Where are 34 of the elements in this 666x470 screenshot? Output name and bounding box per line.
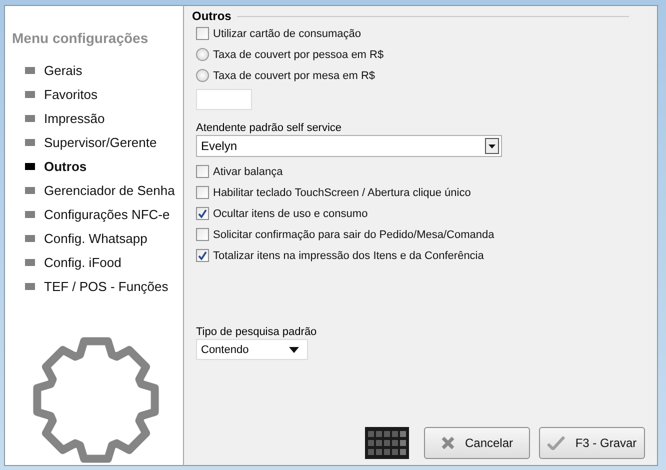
- caret-icon[interactable]: [289, 346, 299, 352]
- checkbox[interactable]: Utilizar cartão de consumação: [196, 23, 361, 44]
- sidebar-item[interactable]: Gerais: [5, 58, 183, 82]
- input-field[interactable]: [196, 89, 252, 110]
- field-label: Tipo de pesquisa padrão: [196, 326, 318, 338]
- checkbox[interactable]: Ativar balança: [196, 161, 283, 182]
- section-title: Outros: [192, 9, 232, 23]
- dropdown[interactable]: Contendo: [196, 339, 308, 360]
- sidebar-item[interactable]: Configurações NFC-e: [5, 202, 183, 226]
- checkbox[interactable]: Habilitar teclado TouchScreen / Abertura clique único: [196, 182, 471, 203]
- sidebar-item[interactable]: Impressão: [5, 106, 183, 130]
- sidebar-item[interactable]: Outros: [5, 154, 183, 178]
- sidebar-item[interactable]: Config. Whatsapp: [5, 226, 183, 250]
- close-icon: [440, 436, 455, 450]
- checkbox[interactable]: Totalizar itens na impressão dos Itens e da Conferência: [196, 245, 484, 266]
- checkbox[interactable]: Ocultar itens de uso e consumo: [196, 203, 368, 224]
- check-icon: [198, 209, 207, 218]
- check-icon: [198, 251, 207, 260]
- sidebar-item[interactable]: Config. iFood: [5, 250, 183, 274]
- gear-icon: [31, 335, 161, 465]
- sidebar-item[interactable]: TEF / POS - Funções: [5, 274, 183, 298]
- checkbox[interactable]: Solicitar confirmação para sair do Pedido/Mesa/Comanda: [196, 224, 494, 245]
- cancel-button[interactable]: Cancelar: [424, 427, 530, 459]
- radio-button[interactable]: Taxa de couvert por pessoa em R$: [196, 44, 384, 65]
- dropdown[interactable]: Evelyn: [196, 135, 502, 157]
- sidebar-title: Menu configurações: [12, 30, 150, 46]
- field-label: Atendente padrão self service: [196, 122, 343, 134]
- sidebar-item[interactable]: Favoritos: [5, 82, 183, 106]
- save-button[interactable]: F3 - Gravar: [539, 427, 645, 459]
- check-icon: [547, 436, 566, 450]
- keyboard-icon[interactable]: [365, 427, 409, 459]
- sidebar-item[interactable]: Gerenciador de Senha: [5, 178, 183, 202]
- sidebar-item[interactable]: Supervisor/Gerente: [5, 130, 183, 154]
- radio-button[interactable]: Taxa de couvert por mesa em R$: [196, 65, 376, 86]
